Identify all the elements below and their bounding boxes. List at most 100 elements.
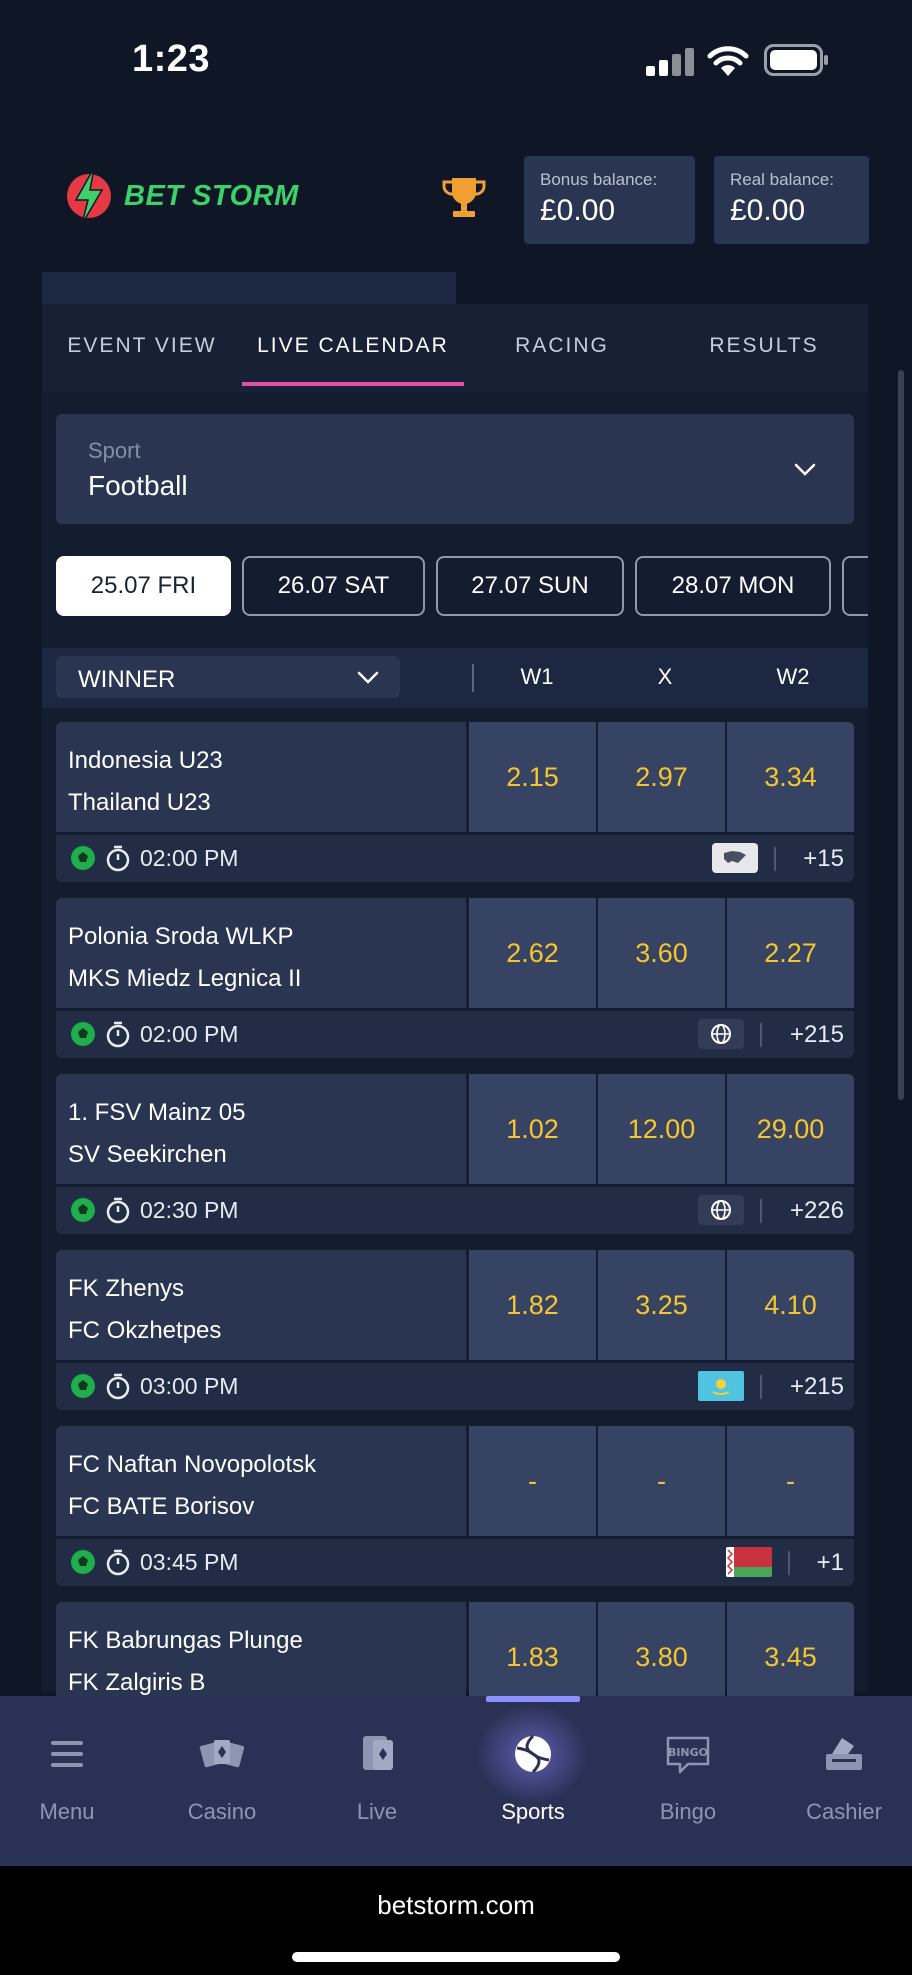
date-chip-partial[interactable] [842, 556, 868, 616]
bingo-icon: BINGO [666, 1736, 710, 1774]
tab-results[interactable]: RESULTS [660, 322, 868, 370]
nav-casino[interactable]: Casino [157, 1728, 287, 1825]
more-markets-count[interactable]: +15 [803, 845, 844, 873]
odds-x[interactable]: 12.00 [598, 1074, 725, 1184]
match-meta: 02:30 PM +226 [56, 1187, 854, 1234]
real-balance-value: £0.00 [730, 194, 806, 227]
odds-w1[interactable]: 1.02 [469, 1074, 596, 1184]
home-indicator[interactable] [292, 1952, 620, 1962]
odds-w1[interactable]: - [469, 1426, 596, 1536]
home-team: Indonesia U23 [68, 747, 223, 774]
stopwatch-icon [106, 1021, 130, 1048]
home-team: Polonia Sroda WLKP [68, 923, 294, 950]
odds-w2[interactable]: 2.27 [727, 898, 854, 1008]
odds-w2[interactable]: 3.34 [727, 722, 854, 832]
match-card[interactable]: 1. FSV Mainz 05 SV Seekirchen 1.02 12.00… [56, 1074, 854, 1234]
bonus-balance-label: Bonus balance: [540, 170, 658, 189]
date-chip[interactable]: 25.07 FRI [56, 556, 231, 616]
match-teams[interactable]: FC Naftan Novopolotsk FC BATE Borisov [56, 1426, 466, 1536]
nav-label: Cashier [806, 1799, 882, 1824]
more-markets-count[interactable]: +226 [790, 1197, 844, 1225]
odds-x[interactable]: 2.97 [598, 722, 725, 832]
odds-w2[interactable]: 3.45 [727, 1602, 854, 1696]
odds-x[interactable]: 3.80 [598, 1602, 725, 1696]
nav-live[interactable]: Live [312, 1728, 442, 1825]
away-team: FC BATE Borisov [68, 1493, 255, 1520]
away-team: Thailand U23 [68, 789, 211, 816]
stopwatch-icon [106, 1197, 130, 1224]
away-team: FC Okzhetpes [68, 1317, 222, 1344]
stopwatch-icon [106, 1373, 130, 1400]
match-card[interactable]: FC Naftan Novopolotsk FC BATE Borisov - … [56, 1426, 854, 1586]
odds-w2[interactable]: - [727, 1426, 854, 1536]
match-teams[interactable]: 1. FSV Mainz 05 SV Seekirchen [56, 1074, 466, 1184]
divider [760, 1023, 762, 1047]
nav-label: Bingo [659, 1799, 717, 1824]
football-icon [71, 1198, 95, 1222]
bonus-balance[interactable]: Bonus balance: £0.00 [524, 156, 695, 244]
match-teams[interactable]: FK Zhenys FC Okzhetpes [56, 1250, 466, 1360]
odds-w1[interactable]: 1.83 [469, 1602, 596, 1696]
bottom-nav: Menu Casino Live Sports BINGO Bingo Cash… [0, 1696, 912, 1866]
date-chip[interactable]: 26.07 SAT [242, 556, 425, 616]
match-card[interactable]: FK Babrungas Plunge FK Zalgiris B 1.83 3… [56, 1602, 854, 1696]
odds-x[interactable]: 3.60 [598, 898, 725, 1008]
tab-racing[interactable]: RACING [464, 322, 660, 370]
odds-w1[interactable]: 2.15 [469, 722, 596, 832]
url-text[interactable]: betstorm.com [0, 1890, 912, 1921]
match-time: 03:00 PM [140, 1373, 239, 1399]
football-icon [515, 1734, 551, 1774]
cellular-signal-icon [646, 48, 694, 76]
more-markets-count[interactable]: +1 [817, 1549, 844, 1577]
match-card[interactable]: Indonesia U23 Thailand U23 2.15 2.97 3.3… [56, 722, 854, 882]
nav-menu[interactable]: Menu [2, 1728, 132, 1825]
brand-logo[interactable]: BET STORM [64, 164, 299, 228]
market-select[interactable]: WINNER [56, 656, 400, 698]
nav-sports[interactable]: Sports [468, 1728, 598, 1825]
sport-select[interactable]: Sport Football [56, 414, 854, 524]
active-nav-indicator [486, 1696, 580, 1702]
app-header: BET STORM Bonus balance: £0.00 Real bala… [0, 130, 912, 270]
match-teams[interactable]: FK Babrungas Plunge FK Zalgiris B [56, 1602, 466, 1696]
more-markets-count[interactable]: +215 [790, 1373, 844, 1401]
away-team: MKS Miedz Legnica II [68, 965, 302, 992]
nav-label: Live [356, 1799, 398, 1824]
date-selector: 25.07 FRI 26.07 SAT 27.07 SUN 28.07 MON [56, 556, 868, 618]
odds-w1[interactable]: 1.82 [469, 1250, 596, 1360]
nav-bingo[interactable]: BINGO Bingo [623, 1728, 753, 1825]
home-team: FK Babrungas Plunge [68, 1627, 303, 1654]
match-card[interactable]: Polonia Sroda WLKP MKS Miedz Legnica II … [56, 898, 854, 1058]
market-select-value: WINNER [78, 666, 176, 693]
match-teams[interactable]: Polonia Sroda WLKP MKS Miedz Legnica II [56, 898, 466, 1008]
sport-select-label: Sport [88, 438, 141, 463]
football-icon [71, 1550, 95, 1574]
date-chip[interactable]: 27.07 SUN [436, 556, 624, 616]
football-icon [71, 846, 95, 870]
scrollbar[interactable] [898, 370, 904, 1100]
nav-cashier[interactable]: Cashier [779, 1728, 909, 1825]
odds-x[interactable]: 3.25 [598, 1250, 725, 1360]
football-icon [71, 1374, 95, 1398]
match-teams[interactable]: Indonesia U23 Thailand U23 [56, 722, 466, 832]
more-markets-count[interactable]: +215 [790, 1021, 844, 1049]
tab-event-view[interactable]: EVENT VIEW [42, 322, 242, 370]
odds-w2[interactable]: 4.10 [727, 1250, 854, 1360]
real-balance[interactable]: Real balance: £0.00 [714, 156, 869, 244]
date-chip[interactable]: 28.07 MON [635, 556, 831, 616]
match-card[interactable]: FK Zhenys FC Okzhetpes 1.82 3.25 4.10 03… [56, 1250, 854, 1410]
column-w1: W1 [520, 664, 554, 689]
odds-w1[interactable]: 2.62 [469, 898, 596, 1008]
globe-icon [698, 1019, 744, 1049]
market-header: WINNER W1 X W2 [42, 648, 868, 708]
menu-icon [51, 1741, 83, 1767]
chevron-down-icon [794, 463, 816, 476]
odds-x[interactable]: - [598, 1426, 725, 1536]
tab-live-calendar[interactable]: LIVE CALENDAR [242, 322, 464, 386]
divider [760, 1199, 762, 1223]
status-bar: 1:23 [0, 0, 912, 120]
trophy-icon[interactable] [438, 172, 490, 224]
odds-w2[interactable]: 29.00 [727, 1074, 854, 1184]
football-icon [71, 1022, 95, 1046]
divider [760, 1375, 762, 1399]
nav-label: Sports [501, 1799, 565, 1824]
